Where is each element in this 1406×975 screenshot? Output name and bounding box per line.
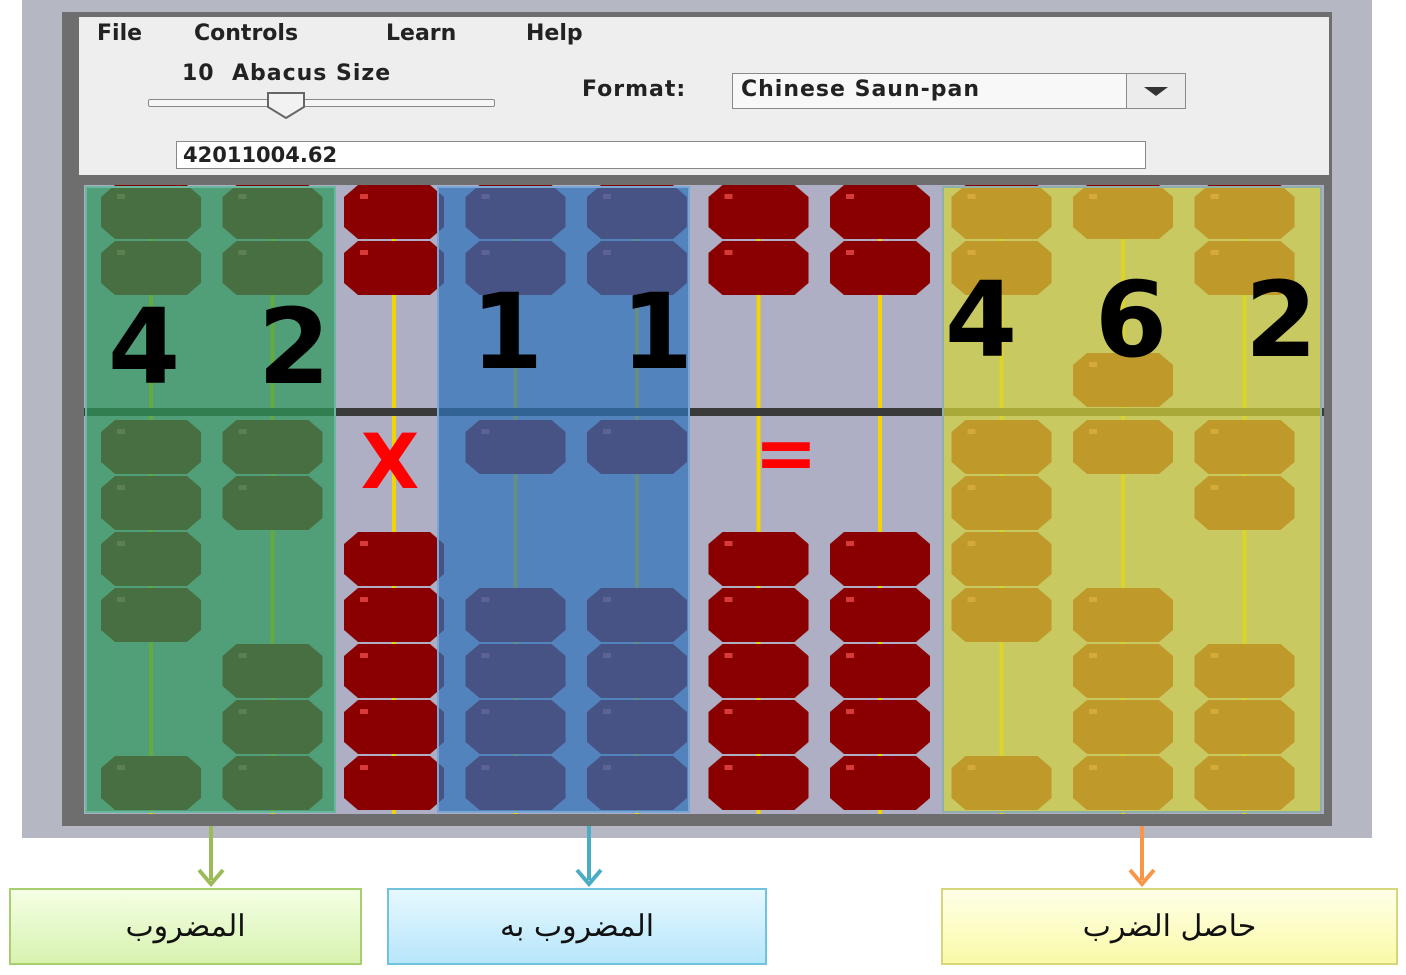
bead-highlight: [724, 653, 733, 658]
multiplicand-digit-2: 2: [258, 286, 330, 408]
abacus-bead[interactable]: [708, 756, 809, 810]
bead-highlight: [360, 194, 368, 199]
bead-highlight: [360, 765, 368, 770]
bead-highlight: [360, 541, 368, 546]
multiplier-digit-1: 1: [471, 271, 543, 393]
bead-highlight: [846, 653, 854, 658]
format-selected-value: Chinese Saun-pan: [741, 77, 981, 102]
bead-highlight: [360, 250, 368, 255]
product-digit-2: 6: [1095, 259, 1167, 381]
bead-highlight: [724, 250, 733, 255]
abacus-bead[interactable]: [830, 644, 930, 698]
abacus-bead[interactable]: [708, 644, 809, 698]
abacus-size-label: 10 Abacus Size: [182, 61, 391, 86]
bead-highlight: [724, 541, 733, 546]
multiply-operator: X: [361, 417, 420, 506]
abacus-bead[interactable]: [830, 588, 930, 642]
multiplicand-digit-1: 4: [108, 286, 180, 408]
menu-bar: File Controls Learn Help: [79, 17, 1329, 51]
abacus-bead[interactable]: [344, 532, 444, 586]
abacus-size-text: Abacus Size: [231, 61, 392, 86]
bead-highlight: [846, 194, 854, 199]
abacus-bead[interactable]: [708, 185, 809, 239]
product-digit-1: 4: [945, 259, 1017, 381]
bead-highlight: [846, 250, 854, 255]
menu-controls[interactable]: Controls: [194, 21, 298, 46]
slider-thumb[interactable]: [266, 91, 306, 119]
abacus-size-value: 10: [182, 61, 215, 86]
abacus-bead[interactable]: [708, 700, 809, 754]
abacus-value-field[interactable]: 42011004.62: [176, 141, 1146, 169]
multiplicand-label: المضروب: [9, 888, 362, 965]
abacus-bead[interactable]: [708, 588, 809, 642]
bead-highlight: [846, 541, 854, 546]
abacus-bead[interactable]: [344, 185, 444, 239]
bead-highlight: [360, 709, 368, 714]
abacus-bead[interactable]: [708, 241, 809, 295]
menu-learn[interactable]: Learn: [386, 21, 456, 46]
product-digit-3: 2: [1245, 259, 1317, 381]
bead-highlight: [724, 597, 733, 602]
multiplicand-highlight: [85, 186, 336, 813]
format-dropdown[interactable]: Chinese Saun-pan: [732, 73, 1186, 109]
abacus-bead[interactable]: [344, 241, 444, 295]
abacus-bead[interactable]: [830, 700, 930, 754]
abacus-bead[interactable]: [830, 532, 930, 586]
multiplier-label: المضروب به: [387, 888, 767, 965]
bead-highlight: [846, 765, 854, 770]
product-arrow-icon: [1128, 826, 1156, 888]
abacus-bead[interactable]: [830, 241, 930, 295]
product-label: حاصل الضرب: [941, 888, 1398, 965]
abacus-size-slider[interactable]: [148, 99, 495, 107]
abacus-board[interactable]: 4 2 1 1 4 6 2 X =: [84, 185, 1324, 814]
bead-highlight: [724, 194, 733, 199]
bead-highlight: [724, 765, 733, 770]
abacus-bead[interactable]: [708, 532, 809, 586]
bead-highlight: [724, 709, 733, 714]
menu-help[interactable]: Help: [526, 21, 583, 46]
multiplier-arrow-icon: [575, 826, 603, 888]
abacus-bead[interactable]: [344, 756, 444, 810]
multiplier-digit-2: 1: [621, 271, 693, 393]
abacus-bead[interactable]: [344, 700, 444, 754]
abacus-bead[interactable]: [830, 756, 930, 810]
bead-highlight: [360, 653, 368, 658]
abacus-bead[interactable]: [830, 185, 930, 239]
menu-file[interactable]: File: [97, 21, 142, 46]
bead-highlight: [846, 597, 854, 602]
bead-highlight: [360, 597, 368, 602]
bead-highlight: [846, 709, 854, 714]
abacus-bead[interactable]: [344, 644, 444, 698]
control-panel: File Controls Learn Help 10 Abacus Size …: [79, 17, 1329, 175]
equals-operator: =: [754, 408, 818, 497]
multiplicand-arrow-icon: [197, 826, 225, 888]
chevron-down-icon[interactable]: [1126, 74, 1185, 108]
abacus-bead[interactable]: [344, 588, 444, 642]
format-label: Format:: [582, 77, 687, 102]
